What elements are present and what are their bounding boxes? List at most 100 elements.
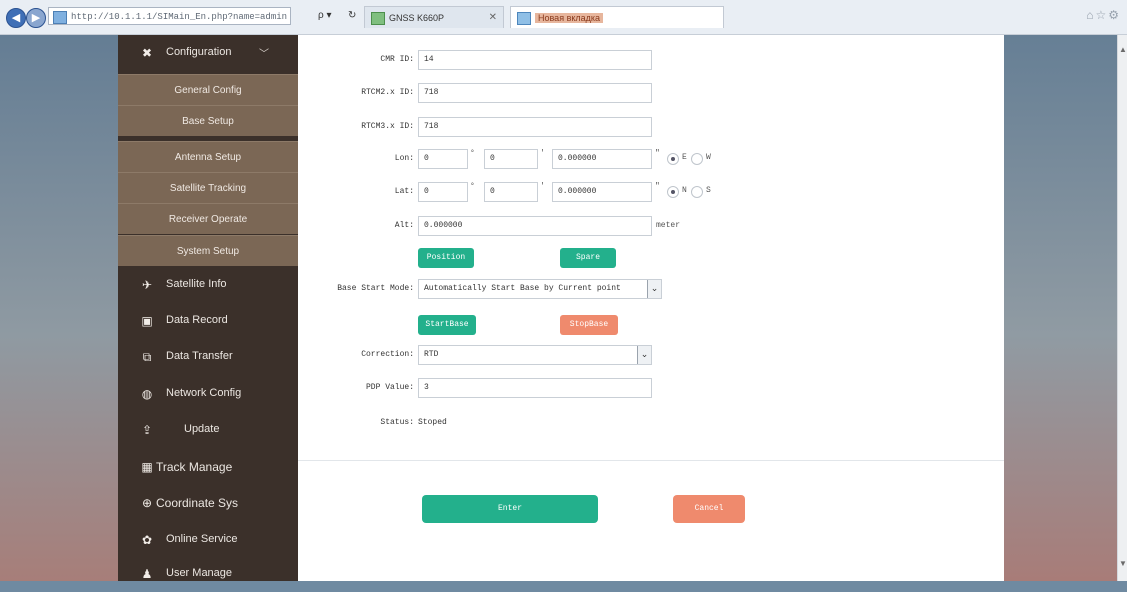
user-manage-icon: ♟ bbox=[141, 567, 153, 581]
tab-label: GNSS K660P bbox=[389, 13, 445, 23]
sidebar-item-network-config[interactable]: ◍ Network Config bbox=[118, 376, 298, 412]
lat-label: Lat: bbox=[394, 187, 414, 196]
alt-input[interactable]: 0.000000 bbox=[418, 216, 652, 236]
data-transfer-icon: ⧉ bbox=[142, 350, 152, 364]
browser-actions: ⌂☆⚙ bbox=[1086, 8, 1121, 22]
rtcm3-id-label: RTCM3.x ID: bbox=[361, 122, 414, 131]
spare-button[interactable]: Spare bbox=[560, 248, 616, 268]
base-start-mode-select[interactable]: Automatically Start Base by Current poin… bbox=[418, 279, 662, 299]
lon-west-label: W bbox=[706, 153, 711, 162]
sidebar-item-data-transfer[interactable]: ⧉ Data Transfer bbox=[118, 339, 298, 375]
start-base-button[interactable]: StartBase bbox=[418, 315, 476, 335]
sidebar-item-update[interactable]: ⇪ Update bbox=[118, 412, 298, 448]
sidebar-item-satellite-info[interactable]: ✈ Satellite Info bbox=[118, 267, 298, 303]
update-icon: ⇪ bbox=[141, 423, 153, 437]
sidebar-item-label: Update bbox=[184, 423, 220, 435]
sidebar-item-label: Data Transfer bbox=[166, 350, 233, 362]
pdp-value-input[interactable]: 3 bbox=[418, 378, 652, 398]
correction-label: Correction: bbox=[361, 350, 414, 359]
search-dropdown-button[interactable]: ρ ▾ bbox=[318, 7, 332, 25]
address-text: http://10.1.1.1/SIMain_En.php?name=admin bbox=[71, 12, 288, 22]
tools-icon: ✖ bbox=[141, 46, 153, 60]
lon-label: Lon: bbox=[394, 154, 414, 163]
sidebar-item-label: User Manage bbox=[166, 567, 233, 579]
sidebar-item-user-manage[interactable]: ♟ User Manage bbox=[118, 556, 298, 592]
back-button[interactable]: ◀ bbox=[6, 8, 26, 28]
scroll-up-icon[interactable]: ▲ bbox=[1118, 45, 1127, 54]
base-start-mode-label: Base Start Mode: bbox=[337, 284, 414, 293]
sidebar-item-configuration[interactable]: ✖ Configuration ﹀ bbox=[118, 35, 298, 71]
submenu-general-config[interactable]: General Config bbox=[118, 74, 298, 105]
submenu-antenna-setup[interactable]: Antenna Setup bbox=[118, 141, 298, 172]
sidebar-item-label: Track Manage bbox=[156, 460, 233, 474]
rtcm2-id-input[interactable]: 718 bbox=[418, 83, 652, 103]
lon-minute-input[interactable]: 0 bbox=[484, 149, 538, 169]
sidebar-item-online-service[interactable]: ✿ Online Service bbox=[118, 522, 298, 558]
submenu-receiver-operate[interactable]: Receiver Operate bbox=[118, 203, 298, 234]
sidebar: ✖ Configuration ﹀ General Config Base Se… bbox=[118, 35, 298, 581]
submenu-system-setup[interactable]: System Setup bbox=[118, 235, 298, 266]
submenu-satellite-tracking[interactable]: Satellite Tracking bbox=[118, 172, 298, 203]
cmr-id-label: CMR ID: bbox=[380, 55, 414, 64]
lat-north-label: N bbox=[682, 186, 687, 195]
lon-west-radio[interactable] bbox=[691, 153, 703, 165]
lat-degree-unit: ° bbox=[470, 182, 475, 191]
sidebar-item-label: Coordinate Sys bbox=[156, 496, 239, 510]
address-bar[interactable]: http://10.1.1.1/SIMain_En.php?name=admin bbox=[48, 7, 291, 25]
chevron-down-icon: ⌄ bbox=[637, 346, 651, 364]
browser-toolbar: ◀ ▶ http://10.1.1.1/SIMain_En.php?name=a… bbox=[0, 0, 1127, 35]
lon-minute-unit: ' bbox=[540, 149, 545, 158]
data-record-icon: ▣ bbox=[141, 314, 153, 328]
lat-south-label: S bbox=[706, 186, 711, 195]
tab-favicon-icon bbox=[517, 12, 531, 25]
chevron-down-icon: ﹀ bbox=[259, 49, 269, 60]
sidebar-item-track-manage[interactable]: ▦ Track Manage bbox=[118, 449, 298, 485]
base-start-mode-value: Automatically Start Base by Current poin… bbox=[424, 284, 621, 293]
lat-degree-input[interactable]: 0 bbox=[418, 182, 468, 202]
lon-degree-input[interactable]: 0 bbox=[418, 149, 468, 169]
sidebar-item-data-record[interactable]: ▣ Data Record bbox=[118, 303, 298, 339]
lat-second-input[interactable]: 0.000000 bbox=[552, 182, 652, 202]
gear-icon[interactable]: ⚙ bbox=[1108, 8, 1121, 22]
page-icon bbox=[53, 11, 67, 24]
tab-new[interactable]: Новая вкладка bbox=[510, 6, 724, 28]
rtcm3-id-input[interactable]: 718 bbox=[418, 117, 652, 137]
lat-south-radio[interactable] bbox=[691, 186, 703, 198]
scroll-down-icon[interactable]: ▼ bbox=[1118, 559, 1127, 568]
cmr-id-input[interactable]: 14 bbox=[418, 50, 652, 70]
refresh-button[interactable]: ↻ bbox=[348, 7, 356, 25]
position-button[interactable]: Position bbox=[418, 248, 474, 268]
divider bbox=[298, 460, 1004, 461]
page-scrollbar[interactable]: ▲ ▼ bbox=[1117, 35, 1127, 581]
close-tab-icon[interactable]: ✕ bbox=[489, 7, 497, 28]
sidebar-item-coordinate-sys[interactable]: ⊕ Coordinate Sys bbox=[118, 485, 298, 521]
lat-minute-unit: ' bbox=[540, 182, 545, 191]
correction-select[interactable]: RTD ⌄ bbox=[418, 345, 652, 365]
pdp-value-label: PDP Value: bbox=[365, 383, 414, 392]
online-service-icon: ✿ bbox=[141, 533, 153, 547]
sidebar-item-label: Data Record bbox=[166, 314, 228, 326]
alt-unit: meter bbox=[656, 221, 681, 230]
coordinate-icon: ⊕ bbox=[141, 496, 153, 510]
submenu-base-setup[interactable]: Base Setup bbox=[118, 105, 298, 136]
lon-second-unit: " bbox=[655, 149, 660, 158]
status-value: Stoped bbox=[418, 418, 447, 427]
lat-minute-input[interactable]: 0 bbox=[484, 182, 538, 202]
sidebar-item-label: Configuration bbox=[166, 46, 232, 58]
sidebar-item-label: Online Service bbox=[166, 533, 238, 545]
enter-button[interactable]: Enter bbox=[422, 495, 598, 523]
star-icon[interactable]: ☆ bbox=[1095, 8, 1108, 22]
network-icon: ◍ bbox=[141, 387, 153, 401]
chevron-down-icon: ⌄ bbox=[647, 280, 661, 298]
lon-second-input[interactable]: 0.000000 bbox=[552, 149, 652, 169]
alt-label: Alt: bbox=[394, 221, 414, 230]
lat-north-radio[interactable] bbox=[667, 186, 679, 198]
lon-east-label: E bbox=[682, 153, 687, 162]
forward-button[interactable]: ▶ bbox=[26, 8, 46, 28]
background-left bbox=[0, 35, 118, 581]
stop-base-button[interactable]: StopBase bbox=[560, 315, 618, 335]
cancel-button[interactable]: Cancel bbox=[673, 495, 745, 523]
rtcm2-id-label: RTCM2.x ID: bbox=[361, 88, 414, 97]
tab-gnss[interactable]: GNSS K660P ✕ bbox=[364, 6, 504, 28]
lon-east-radio[interactable] bbox=[667, 153, 679, 165]
